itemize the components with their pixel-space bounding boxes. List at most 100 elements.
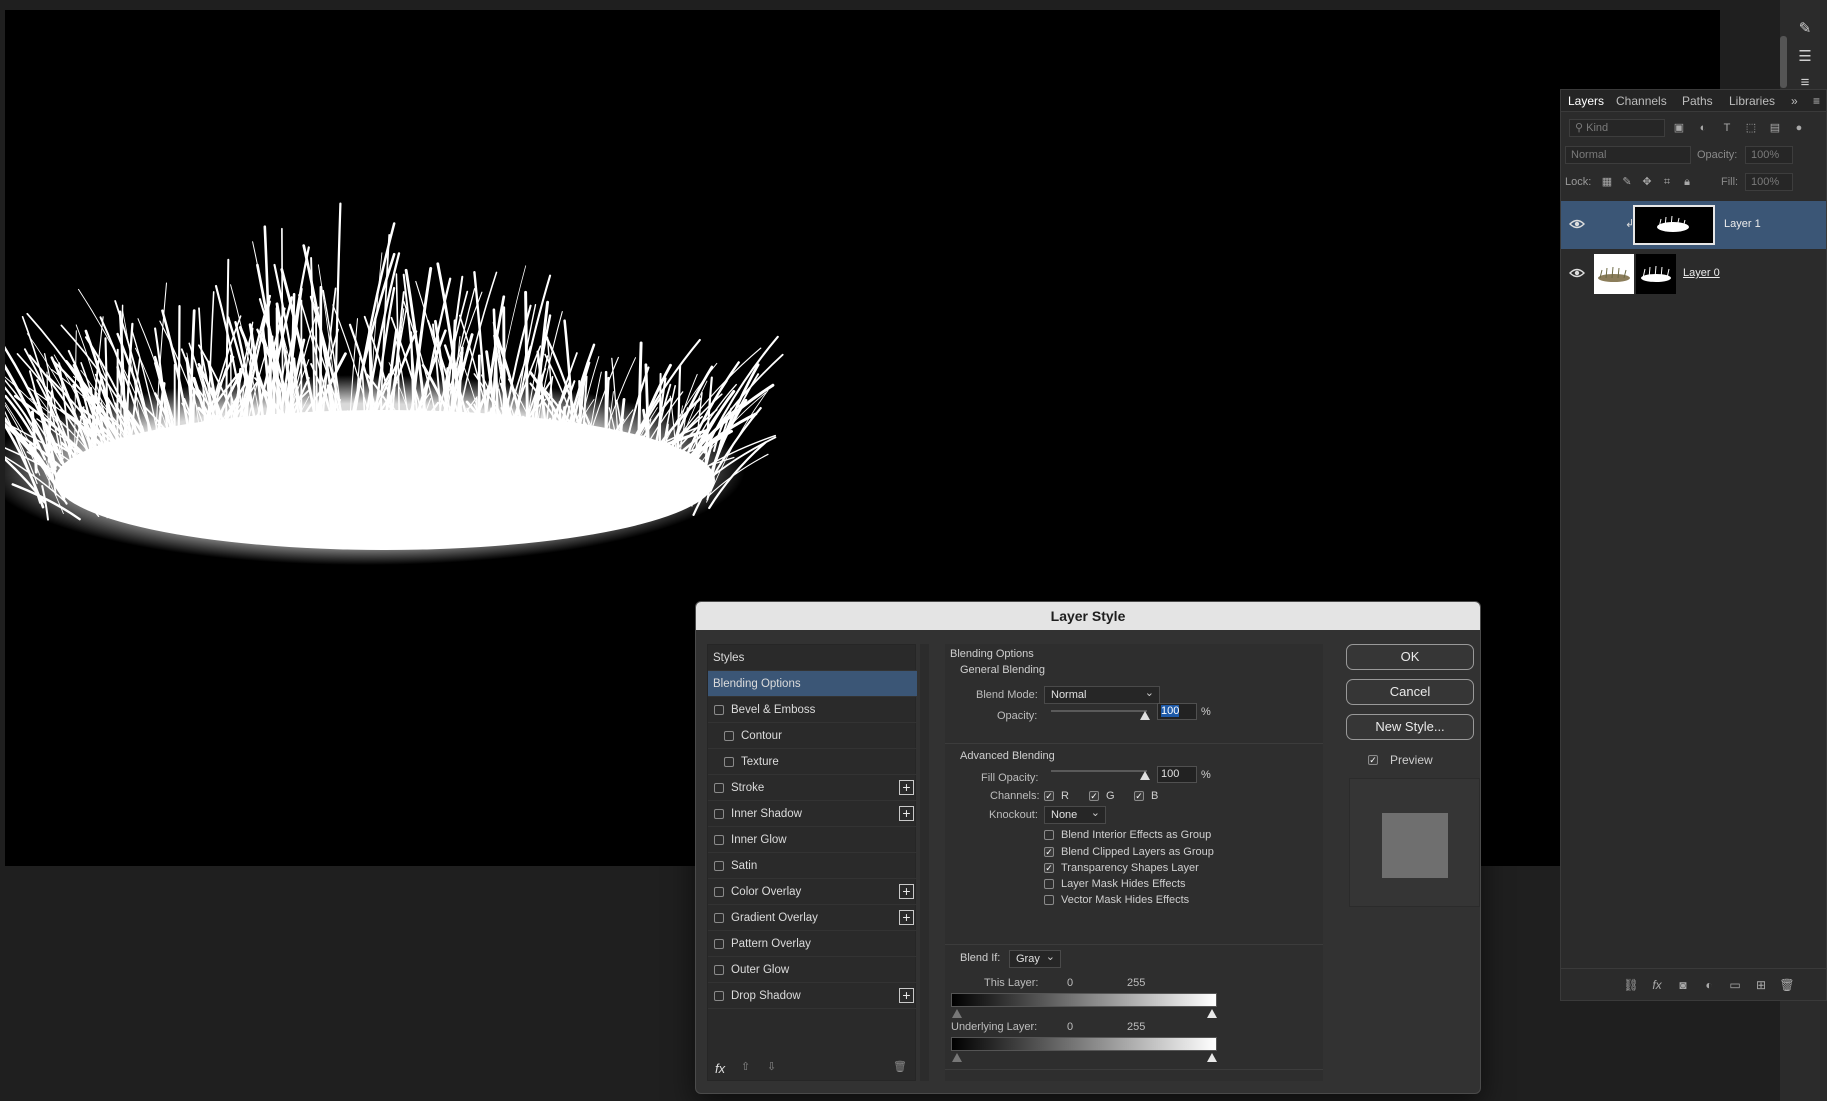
styles-list-scrollbar[interactable] xyxy=(920,644,929,1081)
style-inner-shadow[interactable]: Inner Shadow + xyxy=(708,801,917,827)
new-style-button[interactable]: New Style... xyxy=(1346,714,1474,740)
lock-transparent-icon[interactable]: ▦ xyxy=(1599,174,1615,190)
style-bevel-emboss[interactable]: Bevel & Emboss xyxy=(708,697,917,723)
opacity-slider-thumb[interactable] xyxy=(1140,711,1150,720)
add-style-fx-icon[interactable]: fx xyxy=(1649,977,1665,993)
lock-image-icon[interactable]: ✎ xyxy=(1619,174,1635,190)
underlying-white-slider[interactable] xyxy=(1207,1053,1217,1062)
option-checkbox-transparency-shapes[interactable]: ✓ xyxy=(1044,863,1054,873)
this-layer-black-slider[interactable] xyxy=(952,1009,962,1018)
delete-layer-icon[interactable]: 🗑︎ xyxy=(1779,977,1795,993)
filter-pixel-icon[interactable]: ▣ xyxy=(1671,120,1687,136)
style-checkbox[interactable] xyxy=(714,783,724,793)
lock-artboard-icon[interactable]: ⌗ xyxy=(1659,174,1675,190)
option-checkbox-layer-mask-hides[interactable] xyxy=(1044,879,1054,889)
add-inner-shadow-plus-icon[interactable]: + xyxy=(899,806,914,821)
adjustment-layer-icon[interactable]: ◐ xyxy=(1701,977,1717,993)
style-color-overlay[interactable]: Color Overlay + xyxy=(708,879,917,905)
new-layer-icon[interactable]: ⊞ xyxy=(1753,977,1769,993)
strip-scrollbar[interactable] xyxy=(1780,36,1787,88)
opacity-field[interactable]: 100 xyxy=(1157,703,1197,720)
style-stroke[interactable]: Stroke + xyxy=(708,775,917,801)
layer-0-mask-thumbnail[interactable] xyxy=(1636,254,1676,294)
add-mask-icon[interactable]: ◙ xyxy=(1675,977,1691,993)
fill-opacity-field[interactable]: 100 xyxy=(1157,766,1197,783)
add-stroke-plus-icon[interactable]: + xyxy=(899,780,914,795)
style-satin[interactable]: Satin xyxy=(708,853,917,879)
visibility-eye-icon[interactable] xyxy=(1569,266,1585,280)
style-checkbox[interactable] xyxy=(714,835,724,845)
style-texture[interactable]: Texture xyxy=(708,749,917,775)
layer-row-layer-1[interactable]: ↲ Layer 1 xyxy=(1561,201,1826,249)
move-down-icon[interactable]: ⇩ xyxy=(767,1060,776,1073)
style-drop-shadow[interactable]: Drop Shadow + xyxy=(708,983,917,1009)
style-checkbox[interactable] xyxy=(724,757,734,767)
filter-shape-icon[interactable]: ⬚ xyxy=(1743,120,1759,136)
style-contour[interactable]: Contour xyxy=(708,723,917,749)
style-blending-options[interactable]: Blending Options xyxy=(708,671,917,697)
underlying-black-slider[interactable] xyxy=(952,1053,962,1062)
preview-checkbox[interactable]: ✓ xyxy=(1368,755,1378,765)
style-checkbox[interactable] xyxy=(724,731,734,741)
option-checkbox-vector-mask-hides[interactable] xyxy=(1044,895,1054,905)
fill-opacity-slider-track[interactable] xyxy=(1051,770,1147,772)
dialog-title[interactable]: Layer Style xyxy=(696,602,1480,630)
fill-opacity-slider-thumb[interactable] xyxy=(1140,771,1150,780)
delete-effect-icon[interactable]: 🗑︎ xyxy=(893,1060,907,1073)
preview-toggle[interactable]: ✓ Preview xyxy=(1368,752,1478,770)
style-checkbox[interactable] xyxy=(714,861,724,871)
layer-name[interactable]: Layer 1 xyxy=(1724,218,1761,230)
filter-toggle-icon[interactable]: ● xyxy=(1791,120,1807,136)
filter-type-icon[interactable]: T xyxy=(1719,120,1735,136)
style-checkbox[interactable] xyxy=(714,939,724,949)
new-group-icon[interactable]: ▭ xyxy=(1727,977,1743,993)
add-gradient-overlay-plus-icon[interactable]: + xyxy=(899,910,914,925)
lock-position-icon[interactable]: ✥ xyxy=(1639,174,1655,190)
layer-name[interactable]: Layer 0 xyxy=(1683,267,1720,279)
style-gradient-overlay[interactable]: Gradient Overlay + xyxy=(708,905,917,931)
style-checkbox[interactable] xyxy=(714,705,724,715)
style-outer-glow[interactable]: Outer Glow xyxy=(708,957,917,983)
link-layers-icon[interactable]: ⛓ xyxy=(1623,977,1639,993)
panel-menu-icon[interactable]: ≡ xyxy=(1813,94,1820,108)
this-layer-white-slider[interactable] xyxy=(1207,1009,1217,1018)
style-checkbox[interactable] xyxy=(714,913,724,923)
layer-0-image-thumbnail[interactable] xyxy=(1594,254,1634,294)
option-checkbox-blend-clipped[interactable]: ✓ xyxy=(1044,847,1054,857)
tab-channels[interactable]: Channels xyxy=(1616,94,1667,108)
layer-fill-field[interactable]: 100% xyxy=(1745,173,1793,191)
option-checkbox-blend-interior[interactable] xyxy=(1044,830,1054,840)
visibility-eye-icon[interactable] xyxy=(1569,217,1585,231)
knockout-select[interactable]: None xyxy=(1044,805,1106,824)
blend-if-select[interactable]: Gray xyxy=(1009,949,1061,968)
style-checkbox[interactable] xyxy=(714,809,724,819)
style-checkbox[interactable] xyxy=(714,887,724,897)
ok-button[interactable]: OK xyxy=(1346,644,1474,670)
tab-paths[interactable]: Paths xyxy=(1682,94,1713,108)
lock-all-icon[interactable]: 🔒︎ xyxy=(1679,174,1695,190)
opacity-slider-track[interactable] xyxy=(1051,710,1147,712)
add-drop-shadow-plus-icon[interactable]: + xyxy=(899,988,914,1003)
layer-row-layer-0[interactable]: Layer 0 xyxy=(1561,250,1826,298)
move-up-icon[interactable]: ⇧ xyxy=(741,1060,750,1073)
styles-header[interactable]: Styles xyxy=(708,645,917,671)
fx-menu-icon[interactable]: fx xyxy=(715,1061,725,1076)
layer-filter-select[interactable]: ⚲ Kind xyxy=(1569,119,1665,137)
blend-mode-select[interactable]: Normal xyxy=(1044,685,1160,704)
tab-layers[interactable]: Layers xyxy=(1563,89,1609,111)
tab-libraries[interactable]: Libraries xyxy=(1729,94,1775,108)
style-checkbox[interactable] xyxy=(714,965,724,975)
style-checkbox[interactable] xyxy=(714,991,724,1001)
channel-b-checkbox[interactable]: ✓ xyxy=(1134,791,1144,801)
channel-g-checkbox[interactable]: ✓ xyxy=(1089,791,1099,801)
adjustments-icon[interactable]: ☰ xyxy=(1794,48,1816,66)
filter-smart-object-icon[interactable]: ▤ xyxy=(1767,120,1783,136)
layer-1-thumbnail[interactable] xyxy=(1633,205,1715,245)
cancel-button[interactable]: Cancel xyxy=(1346,679,1474,705)
blend-mode-select[interactable]: Normal xyxy=(1565,146,1691,164)
channel-r-checkbox[interactable]: ✓ xyxy=(1044,791,1054,801)
style-pattern-overlay[interactable]: Pattern Overlay xyxy=(708,931,917,957)
brush-settings-icon[interactable]: ✎ xyxy=(1794,20,1816,38)
layer-opacity-field[interactable]: 100% xyxy=(1745,146,1793,164)
add-color-overlay-plus-icon[interactable]: + xyxy=(899,884,914,899)
